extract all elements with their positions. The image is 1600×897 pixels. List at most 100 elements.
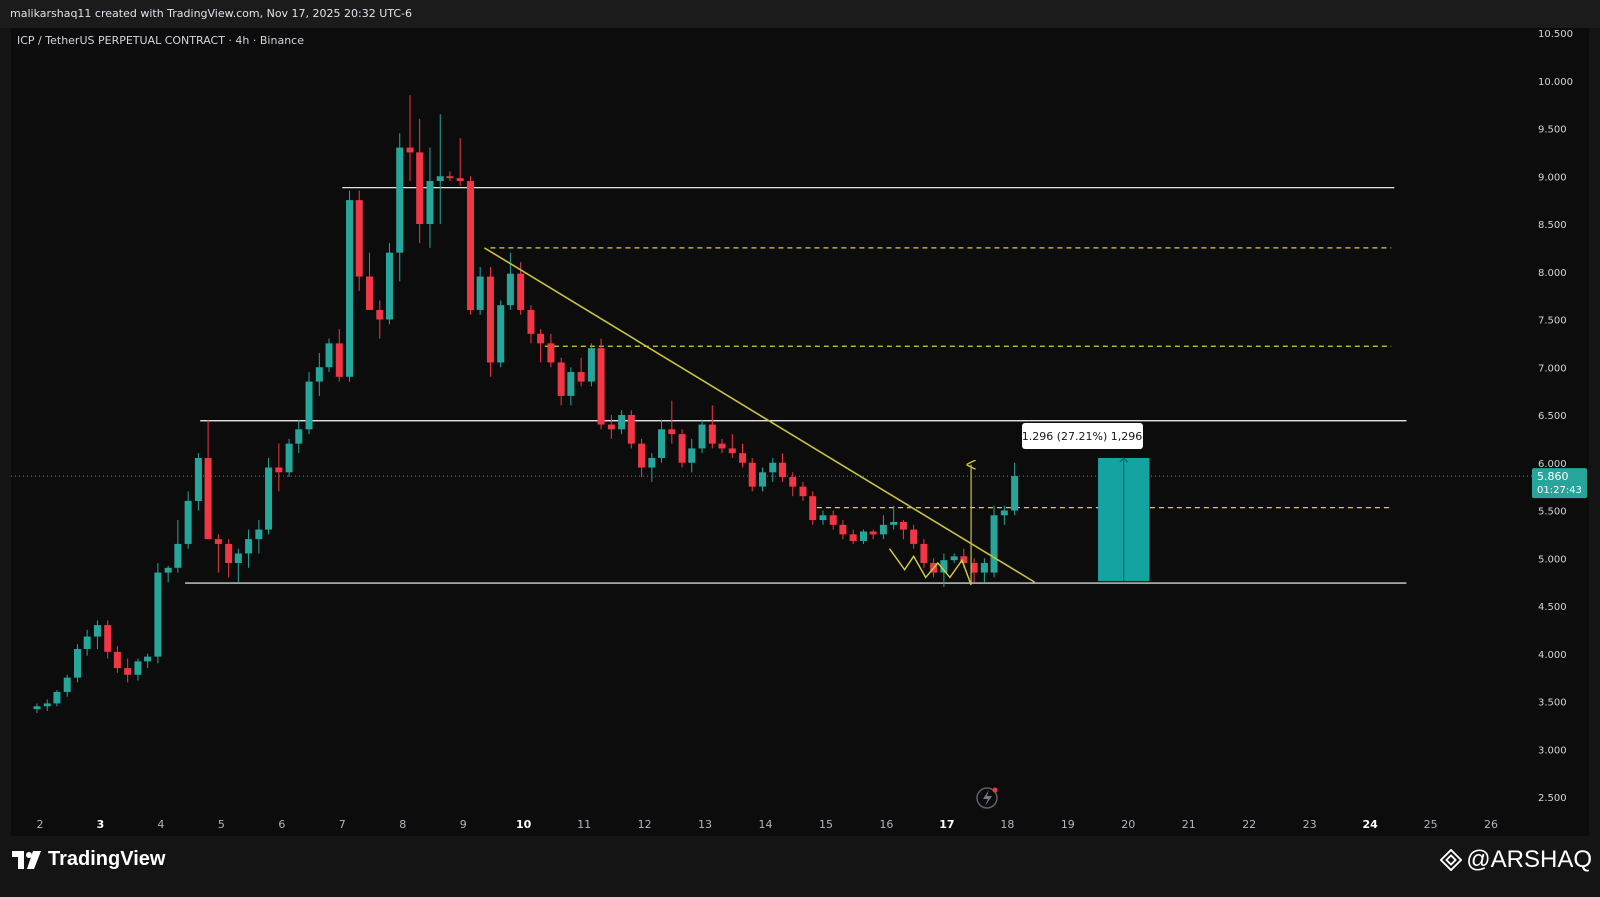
candle-body xyxy=(366,276,374,310)
symbol-title: ICP / TetherUS PERPETUAL CONTRACT · 4h ·… xyxy=(17,34,304,47)
candle-body xyxy=(567,372,575,396)
time-axis-label: 3 xyxy=(97,818,105,831)
candle-body xyxy=(708,424,716,444)
candle-body xyxy=(446,176,454,179)
candle-body xyxy=(73,648,81,678)
support-resistance-levels[interactable] xyxy=(185,187,1407,584)
time-axis-label: 14 xyxy=(759,818,773,831)
price-axis-label: 7.000 xyxy=(1538,363,1567,374)
candle-body xyxy=(204,457,212,540)
binance-diamond-icon xyxy=(1440,849,1463,871)
candle-body xyxy=(53,691,61,704)
time-axis-label: 12 xyxy=(638,818,652,831)
candle-body xyxy=(295,429,303,444)
candle-body xyxy=(43,703,51,707)
candle-body xyxy=(597,348,605,425)
time-axis-label: 5 xyxy=(218,818,225,831)
candle-body xyxy=(718,443,726,449)
candle-body xyxy=(527,309,535,334)
replay-lightning-icon[interactable] xyxy=(976,787,998,809)
candle-body xyxy=(849,534,857,542)
candle-body xyxy=(376,309,384,320)
candle-body xyxy=(658,429,666,458)
candle-countdown: 01:27:43 xyxy=(1537,485,1582,496)
candlestick-chart[interactable]: 1.296 (27.21%) 1,296 ICP / TetherUS PERP… xyxy=(0,0,1600,836)
candle-body xyxy=(144,656,152,662)
candle-body xyxy=(164,567,172,573)
candle-body xyxy=(668,429,676,435)
price-axis-label: 8.500 xyxy=(1538,220,1567,231)
candle-body xyxy=(93,625,101,637)
time-axis-label: 20 xyxy=(1121,818,1135,831)
price-axis-label: 10.000 xyxy=(1538,77,1573,88)
candle-body xyxy=(839,524,847,535)
candle-body xyxy=(587,348,595,382)
time-axis-label: 26 xyxy=(1484,818,1498,831)
candle-body xyxy=(879,524,887,535)
candle-body xyxy=(778,462,786,478)
candle-body xyxy=(859,531,867,542)
footer-bar: TradingView @ARSHAQ xyxy=(0,836,1600,897)
candle-body xyxy=(134,661,142,675)
price-axis-label: 6.500 xyxy=(1538,411,1567,422)
candle-body xyxy=(506,273,514,306)
candle-body xyxy=(436,176,444,182)
candle-body xyxy=(899,521,907,530)
price-axis-label: 6.000 xyxy=(1538,459,1567,470)
candle-body xyxy=(346,200,354,377)
time-axis-label: 2 xyxy=(37,818,44,831)
candle-body xyxy=(739,453,747,463)
candle-body xyxy=(275,467,283,473)
candle-body xyxy=(698,424,706,449)
candle-body xyxy=(104,625,112,652)
candle-body xyxy=(385,252,393,320)
candle-body xyxy=(255,529,263,540)
time-axis-label: 9 xyxy=(460,818,467,831)
candle-body xyxy=(234,553,242,564)
time-axis[interactable]: 2 3 4 5 6 7 8 9 10 11 12 13 14 15 16 17 18 19 20 21 22 23 24 25… xyxy=(37,818,1499,831)
price-axis-label: 5.000 xyxy=(1538,554,1567,565)
candle-body xyxy=(83,636,91,649)
tradingview-brand[interactable]: TradingView xyxy=(12,848,165,871)
candle-body xyxy=(113,651,121,669)
current-price-value: 5.860 xyxy=(1537,470,1569,483)
price-axis-label: 4.000 xyxy=(1538,650,1567,661)
candle-body xyxy=(809,496,817,521)
price-axis-label: 5.500 xyxy=(1538,507,1567,518)
candle-body xyxy=(497,305,505,363)
author-watermark: @ARSHAQ xyxy=(1440,846,1592,874)
candle-body xyxy=(486,276,494,363)
candle-body xyxy=(557,362,565,396)
candle-body xyxy=(466,181,474,310)
price-axis-label: 8.000 xyxy=(1538,268,1567,279)
candle-body xyxy=(819,515,827,521)
time-axis-label: 4 xyxy=(157,818,164,831)
candle-body xyxy=(416,152,424,224)
measure-box[interactable] xyxy=(1098,457,1150,582)
descending-trendline[interactable] xyxy=(483,247,1035,583)
candle-body xyxy=(537,333,545,344)
candle-body xyxy=(728,448,736,454)
price-axis-label: 9.500 xyxy=(1538,125,1567,136)
target-dashed-levels[interactable] xyxy=(490,247,1392,509)
candle-body xyxy=(174,543,182,568)
candle-body xyxy=(678,434,686,463)
candle-body xyxy=(1011,476,1019,511)
candle-body xyxy=(63,677,71,692)
candle-body xyxy=(406,147,414,153)
candle-body xyxy=(225,543,233,564)
time-axis-label: 22 xyxy=(1242,818,1256,831)
candle-body xyxy=(305,381,313,430)
time-axis-label: 15 xyxy=(819,818,833,831)
candle-body xyxy=(315,367,323,382)
candle-body xyxy=(335,343,343,377)
candle-body xyxy=(890,521,898,525)
candle-body xyxy=(426,181,434,224)
time-axis-label: 24 xyxy=(1362,818,1378,831)
time-axis-label: 19 xyxy=(1061,818,1075,831)
price-axis-label: 4.500 xyxy=(1538,602,1567,613)
candle-body xyxy=(245,539,253,554)
time-axis-label: 17 xyxy=(939,818,954,831)
candle-body xyxy=(688,448,696,463)
price-axis[interactable]: 10.500 10.000 9.500 9.000 8.500 8.000 7.500 7.0… xyxy=(1538,29,1573,804)
